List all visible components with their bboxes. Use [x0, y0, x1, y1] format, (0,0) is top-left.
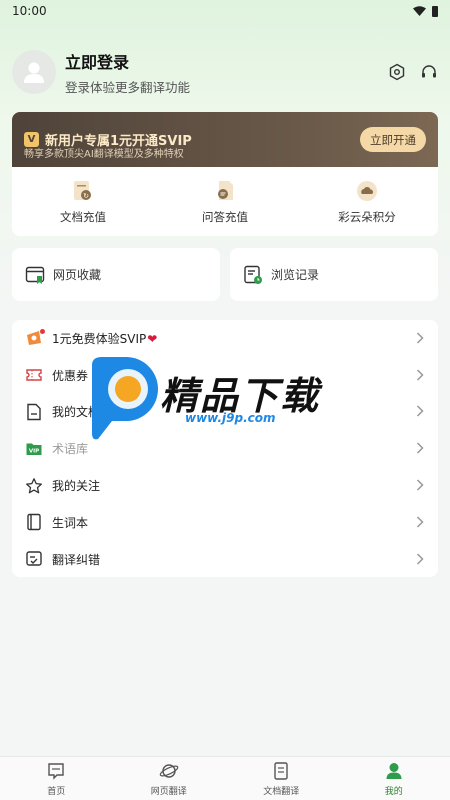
svg-text:↻: ↻ [83, 192, 89, 200]
notification-dot [40, 329, 45, 335]
nav-home[interactable]: 首页 [0, 757, 113, 800]
heart-icon: ❤ [147, 331, 158, 346]
headset-icon[interactable] [420, 63, 438, 81]
chevron-right-icon [416, 513, 424, 532]
status-icons [413, 5, 438, 17]
vip-item-qa-recharge[interactable]: 问答充值 [154, 167, 296, 236]
vip-banner[interactable]: V 新用户专属1元开通SVIP 畅享多款顶尖AI翻译模型及多种特权 立即开通 [12, 112, 438, 167]
menu-item-vocabulary[interactable]: 生词本 [12, 504, 438, 541]
status-bar: 10:00 [0, 0, 450, 22]
browse-history-icon [244, 265, 262, 284]
doc-translate-icon [274, 761, 288, 780]
nav-mine[interactable]: 我的 [338, 757, 450, 800]
menu-item-correction[interactable]: 翻译纠错 [12, 541, 438, 578]
planet-icon [159, 763, 179, 778]
login-title[interactable]: 立即登录 [65, 49, 190, 73]
login-subtitle: 登录体验更多翻译功能 [65, 79, 191, 95]
web-bookmark-card[interactable]: 网页收藏 [12, 248, 220, 301]
document-icon [27, 403, 41, 421]
menu-label: 翻译纠错 [52, 552, 101, 567]
vip-item-label: 问答充值 [202, 209, 248, 224]
vip-item-label: 文档充值 [60, 209, 106, 224]
nav-label: 网页翻译 [150, 786, 187, 797]
quick-label: 浏览记录 [271, 268, 320, 282]
menu-item-following[interactable]: 我的关注 [12, 467, 438, 504]
feedback-icon [26, 551, 42, 566]
vip-item-label: 彩云朵积分 [338, 209, 396, 224]
menu-label: 术语库 [52, 442, 89, 457]
profile-header: 立即登录 登录体验更多翻译功能 [12, 49, 438, 95]
chevron-right-icon [416, 439, 424, 458]
menu-label: 优惠券 [52, 368, 89, 383]
quick-label: 网页收藏 [53, 268, 102, 282]
chevron-right-icon [416, 366, 424, 385]
browse-history-card[interactable]: 浏览记录 [230, 248, 438, 301]
cloud-points-icon [357, 180, 377, 201]
menu-item-svip-trial[interactable]: 1元免费体验SVIP❤ [12, 320, 438, 357]
chevron-right-icon [416, 550, 424, 569]
qa-recharge-icon [218, 180, 233, 200]
document-recharge-icon: ↻ [74, 180, 91, 200]
settings-icon[interactable] [388, 63, 406, 81]
quick-row: 网页收藏 浏览记录 [12, 248, 438, 301]
vip-item-cloud-points[interactable]: 彩云朵积分 [296, 167, 438, 236]
notebook-icon [27, 514, 41, 531]
battery-icon [432, 5, 438, 17]
watermark-logo-icon [92, 357, 158, 440]
avatar[interactable] [12, 50, 56, 94]
user-icon [24, 62, 44, 83]
vip-open-button[interactable]: 立即开通 [360, 127, 426, 152]
menu-label: 1元免费体验SVIP❤ [52, 331, 158, 346]
nav-label: 我的 [384, 786, 403, 797]
menu-label: 生词本 [52, 515, 89, 530]
vip-subtitle: 畅享多款顶尖AI翻译模型及多种特权 [24, 149, 184, 160]
chevron-right-icon [416, 402, 424, 421]
vip-folder-icon: VIP [26, 443, 42, 455]
profile-icon [386, 762, 402, 779]
wifi-icon [413, 6, 426, 16]
svg-text:VIP: VIP [29, 448, 39, 454]
nav-doc-translate[interactable]: 文档翻译 [225, 757, 338, 800]
vip-card: V 新用户专属1元开通SVIP 畅享多款顶尖AI翻译模型及多种特权 立即开通 ↻… [12, 112, 438, 236]
chevron-right-icon [416, 476, 424, 495]
coupon-icon [26, 369, 42, 381]
bottom-nav: 首页 网页翻译 文档翻译 我的 [0, 756, 450, 800]
menu-label: 我的关注 [52, 479, 101, 494]
watermark-url: www.j9p.com [185, 411, 276, 425]
watermark: 精品下载 www.j9p.com [88, 355, 358, 445]
chevron-right-icon [416, 329, 424, 348]
web-bookmark-icon [25, 266, 45, 284]
vip-item-document-recharge[interactable]: ↻ 文档充值 [12, 167, 154, 236]
star-icon [26, 477, 42, 493]
nav-web-translate[interactable]: 网页翻译 [113, 757, 226, 800]
nav-label: 文档翻译 [263, 786, 300, 797]
home-icon [48, 762, 64, 780]
status-time: 10:00 [12, 4, 47, 18]
nav-label: 首页 [47, 786, 66, 797]
